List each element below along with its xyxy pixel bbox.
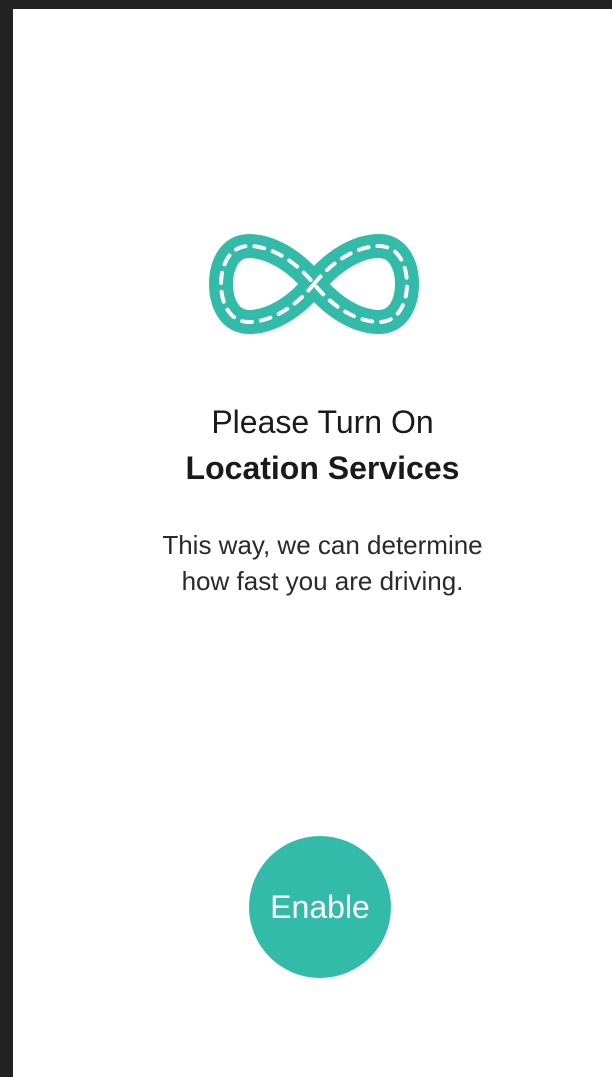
description-text: This way, we can determine how fast you … xyxy=(13,527,612,599)
infinity-road-icon xyxy=(209,234,419,334)
location-permission-screen: Please Turn On Location Services This wa… xyxy=(13,9,612,1077)
description-line-1: This way, we can determine xyxy=(162,530,483,560)
title-line-2: Location Services xyxy=(185,450,460,486)
title-line-1: Please Turn On xyxy=(211,404,434,440)
enable-button[interactable]: Enable xyxy=(249,836,391,978)
description-line-2: how fast you are driving. xyxy=(181,566,464,596)
page-title: Please Turn On Location Services xyxy=(13,399,612,491)
